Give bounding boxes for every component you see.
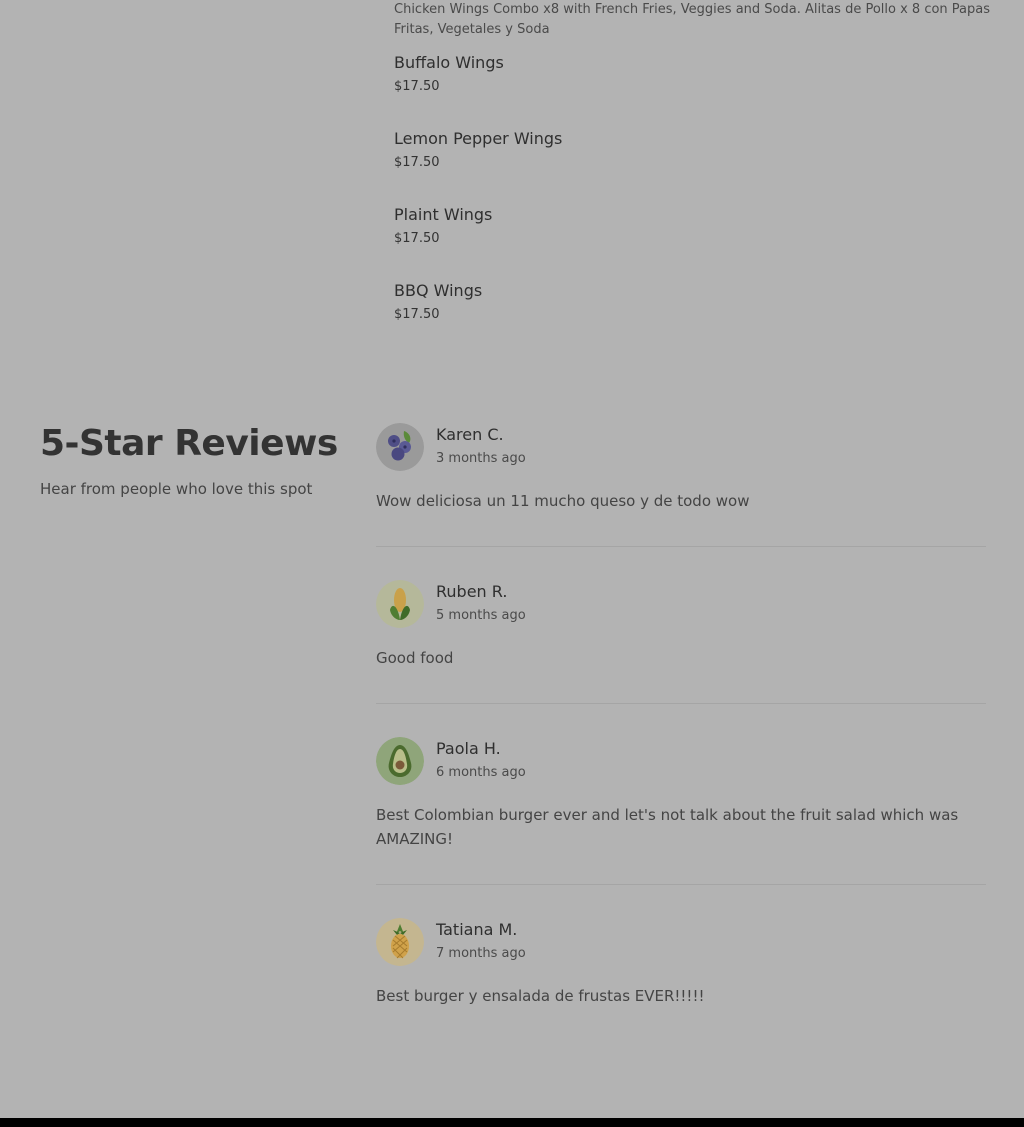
review-time: 3 months ago	[436, 451, 526, 466]
menu-item-price: $17.50	[394, 231, 440, 246]
divider	[376, 884, 986, 885]
menu-item-bbq-wings[interactable]: BBQ Wings $17.50	[394, 280, 974, 324]
menu-item-name: Plaint Wings	[394, 205, 493, 224]
corn-icon	[376, 580, 424, 628]
review-text: Wow deliciosa un 11 mucho queso y de tod…	[376, 492, 750, 510]
review-time: 5 months ago	[436, 608, 526, 623]
menu-item-price: $17.50	[394, 79, 440, 94]
divider	[376, 546, 986, 547]
reviews-subheading: Hear from people who love this spot	[40, 480, 313, 498]
menu-item-price: $17.50	[394, 307, 440, 322]
reviewer-name: Ruben R.	[436, 582, 508, 601]
reviewer-name: Paola H.	[436, 739, 501, 758]
menu-item-plaint-wings[interactable]: Plaint Wings $17.50	[394, 204, 974, 248]
menu-item-lemon-pepper-wings[interactable]: Lemon Pepper Wings $17.50	[394, 128, 974, 172]
combo-description: Chicken Wings Combo x8 with French Fries…	[394, 2, 991, 37]
reviewer-name: Karen C.	[436, 425, 504, 444]
reviews-heading: 5-Star Reviews	[40, 423, 338, 464]
footer-bar	[0, 1118, 1024, 1127]
pineapple-icon	[376, 918, 424, 966]
review-text: Best Colombian burger ever and let's not…	[376, 806, 959, 848]
menu-item-buffalo-wings[interactable]: Buffalo Wings $17.50	[394, 52, 974, 96]
menu-item-name: Lemon Pepper Wings	[394, 129, 563, 148]
review-text: Good food	[376, 649, 454, 667]
review-time: 6 months ago	[436, 765, 526, 780]
menu-item-name: BBQ Wings	[394, 281, 483, 300]
menu-item-name: Buffalo Wings	[394, 53, 504, 72]
review-time: 7 months ago	[436, 946, 526, 961]
reviewer-name: Tatiana M.	[436, 920, 518, 939]
blueberries-icon	[376, 423, 424, 471]
page: Chicken Wings Combo x8 with French Fries…	[0, 0, 1024, 1127]
menu-item-price: $17.50	[394, 155, 440, 170]
divider	[376, 703, 986, 704]
review-text: Best burger y ensalada de frustas EVER!!…	[376, 987, 705, 1005]
avocado-icon	[376, 737, 424, 785]
